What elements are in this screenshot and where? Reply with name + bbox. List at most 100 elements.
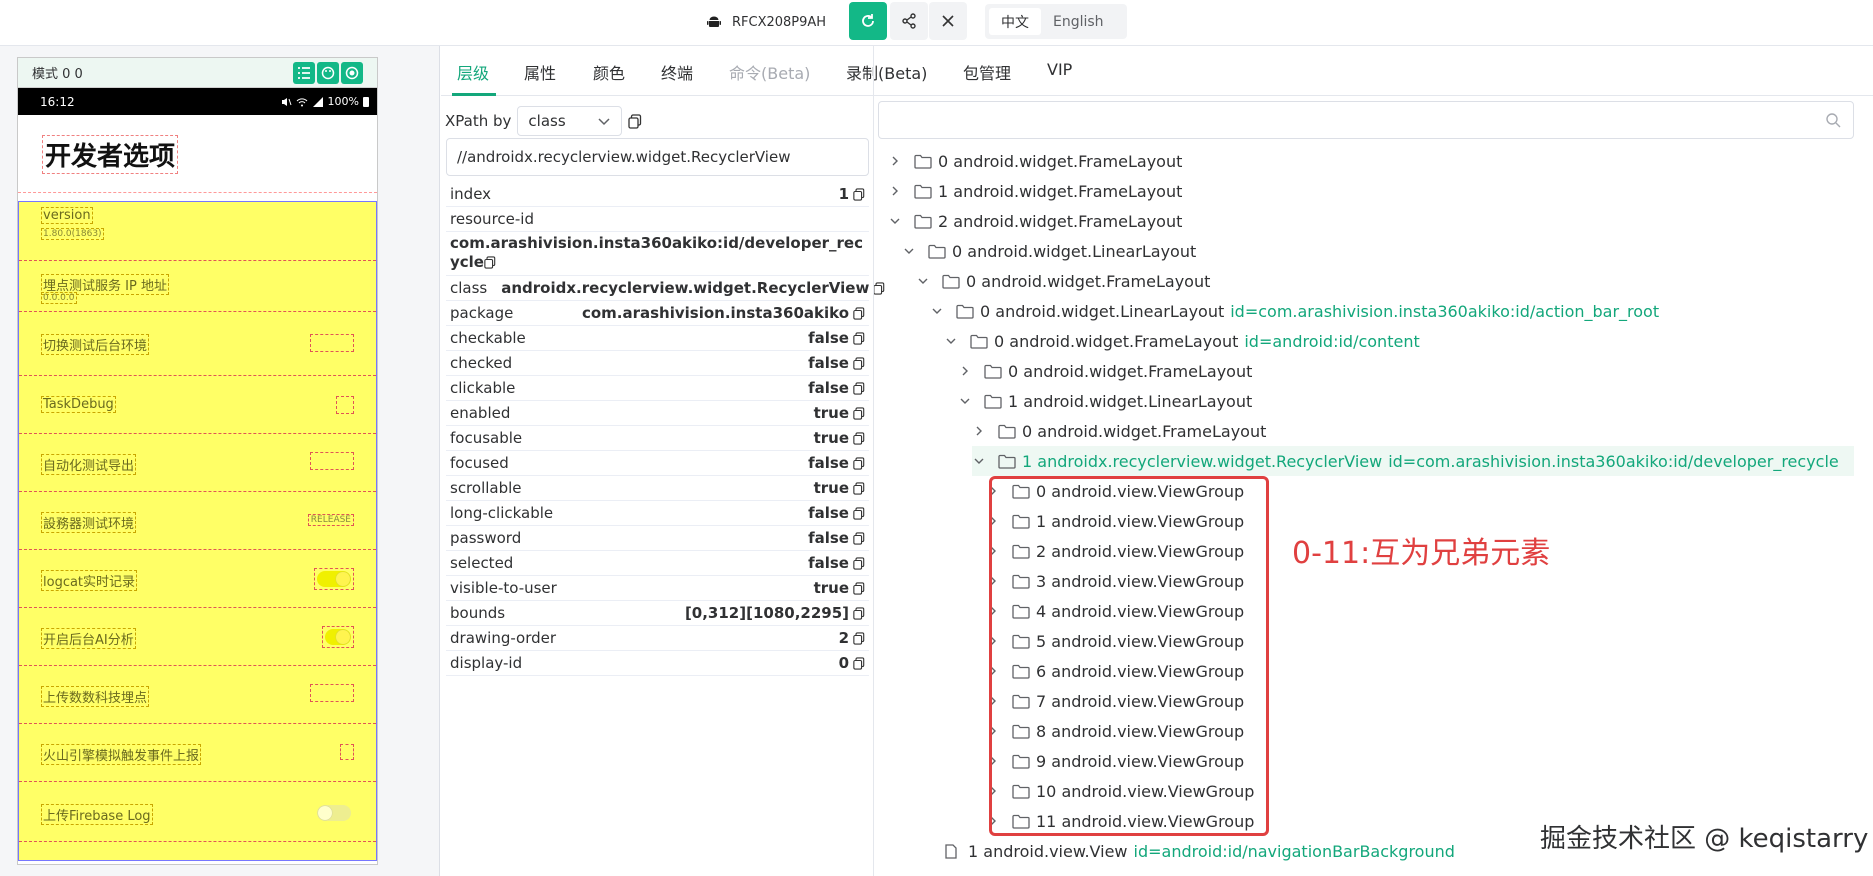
tree-node[interactable]: 0 android.widget.FrameLayout <box>972 416 1266 446</box>
expand-toggle[interactable] <box>888 184 902 198</box>
toggle-switch[interactable] <box>325 629 351 645</box>
copy-icon[interactable] <box>853 506 865 520</box>
copy-icon[interactable] <box>853 556 865 570</box>
tree-node-label: 0 android.widget.LinearLayout <box>952 241 1197 261</box>
list-item[interactable]: version 1.80.0(1863) <box>19 202 376 261</box>
property-row: focusable true <box>446 426 869 451</box>
expand-toggle[interactable] <box>972 424 986 438</box>
tree-node-label: 0 android.widget.LinearLayout <box>980 301 1225 321</box>
expand-toggle[interactable] <box>958 394 972 408</box>
tree-node[interactable]: 0 android.widget.FrameLayout id=android:i… <box>944 326 1420 356</box>
tree-node[interactable]: 1 android.view.View id=android:id/navigat… <box>944 836 1455 866</box>
copy-icon[interactable] <box>853 656 865 670</box>
refresh-icon <box>862 14 874 27</box>
folder-icon <box>956 304 974 319</box>
copy-icon[interactable] <box>628 113 642 129</box>
list-item[interactable]: 上传Firebase Log <box>19 782 376 842</box>
expand-toggle[interactable] <box>902 244 916 258</box>
xpath-input[interactable]: //androidx.recyclerview.widget.RecyclerV… <box>446 138 869 176</box>
tree-node[interactable]: 0 android.widget.LinearLayout id=com.aras… <box>930 296 1659 326</box>
copy-icon[interactable] <box>853 331 865 345</box>
list-item[interactable]: 自动化测试导出 <box>19 434 376 492</box>
list-item[interactable]: TaskDebug <box>19 376 376 434</box>
expand-toggle[interactable] <box>944 334 958 348</box>
list-item[interactable]: 埋点测试服务 IP 地址 0.0.0.0 <box>19 261 376 312</box>
property-key: scrollable <box>450 479 522 497</box>
tree-node[interactable]: 1 android.widget.FrameLayout <box>888 176 1182 206</box>
list-item[interactable]: 开启后台AI分析 <box>19 608 376 666</box>
copy-icon[interactable] <box>853 187 865 201</box>
tab-hierarchy[interactable]: 层级 <box>457 60 489 84</box>
toggle-switch[interactable] <box>317 805 351 821</box>
property-row: password false <box>446 526 869 551</box>
copy-icon[interactable] <box>484 256 496 269</box>
tab-terminal[interactable]: 终端 <box>661 60 693 84</box>
expand-toggle[interactable] <box>916 274 930 288</box>
tree-node[interactable]: 1 android.widget.LinearLayout <box>958 386 1252 416</box>
expand-toggle[interactable] <box>888 214 902 228</box>
list-item[interactable]: 切换测试后台环境 <box>19 312 376 376</box>
property-value-text: true <box>813 404 849 422</box>
record-button[interactable] <box>341 62 363 84</box>
copy-icon[interactable] <box>853 481 865 495</box>
chevron-down-icon <box>598 118 610 126</box>
property-row: enabled true <box>446 401 869 426</box>
tree-node[interactable]: 2 android.widget.FrameLayout <box>888 206 1182 236</box>
expand-toggle[interactable] <box>972 454 986 468</box>
tree-node-label: 1 android.view.View <box>968 841 1128 861</box>
signal-icon <box>312 96 323 107</box>
copy-icon[interactable] <box>853 531 865 545</box>
expand-toggle[interactable] <box>958 364 972 378</box>
tab-colors[interactable]: 颜色 <box>593 60 625 84</box>
copy-icon[interactable] <box>853 306 865 320</box>
copy-icon[interactable] <box>853 356 865 370</box>
xpath-strategy-select[interactable]: class <box>517 106 623 136</box>
list-item[interactable]: logcat实时记录 <box>19 550 376 608</box>
tree-node[interactable]: 0 android.widget.FrameLayout <box>888 146 1182 176</box>
list-item[interactable]: 火山引擎模拟触发事件上报 <box>19 724 376 782</box>
property-value-text: true <box>813 479 849 497</box>
expand-toggle[interactable] <box>888 154 902 168</box>
status-icons: 100% <box>280 95 369 108</box>
copy-icon[interactable] <box>853 406 865 420</box>
property-key: display-id <box>450 654 523 672</box>
property-row: focused false <box>446 451 869 476</box>
tree-node[interactable]: 0 android.widget.LinearLayout <box>902 236 1196 266</box>
close-button[interactable] <box>929 2 967 40</box>
chevron-right-icon <box>976 426 982 436</box>
list-item[interactable]: 設務器测试环境 RELEASE <box>19 492 376 550</box>
list-item-label: 設務器测试环境 <box>41 512 137 533</box>
list-item[interactable]: 上传数数科技埋点 <box>19 666 376 724</box>
expand-toggle[interactable] <box>930 304 944 318</box>
tree-search-input[interactable] <box>878 101 1854 139</box>
share-icon <box>902 13 916 29</box>
logcat-toggle[interactable] <box>314 568 354 590</box>
search-icon <box>1826 113 1841 128</box>
toggle-switch[interactable] <box>317 571 351 587</box>
copy-icon[interactable] <box>853 431 865 445</box>
tree-node[interactable]: 1 androidx.recyclerview.widget.RecyclerV… <box>972 446 1854 476</box>
copy-icon[interactable] <box>853 581 865 595</box>
lang-option-zh[interactable]: 中文 <box>989 8 1041 35</box>
tree-node[interactable]: 0 android.widget.FrameLayout <box>958 356 1252 386</box>
share-button[interactable] <box>890 2 928 40</box>
phone-screen[interactable]: 模式 0 0 16:12 100% 开发者选项 version 1.80.0(1… <box>17 57 378 865</box>
firebase-log-toggle[interactable] <box>314 802 354 824</box>
ai-analysis-toggle[interactable] <box>322 626 354 648</box>
tree-node[interactable]: 0 android.widget.FrameLayout <box>916 266 1210 296</box>
copy-icon[interactable] <box>853 606 865 620</box>
tab-command[interactable]: 命令(Beta) <box>729 60 810 84</box>
palette-button[interactable] <box>317 62 339 84</box>
developer-options-list[interactable]: version 1.80.0(1863) 埋点测试服务 IP 地址 0.0.0.… <box>18 201 377 861</box>
copy-icon[interactable] <box>853 631 865 645</box>
list-item-sub: 1.80.0(1863) <box>41 228 104 240</box>
lang-option-en[interactable]: English <box>1041 8 1116 35</box>
copy-icon[interactable] <box>853 456 865 470</box>
list-view-button[interactable] <box>293 62 315 84</box>
copy-icon[interactable] <box>853 381 865 395</box>
refresh-button[interactable] <box>849 2 887 40</box>
tab-attributes[interactable]: 属性 <box>524 60 556 84</box>
folder-icon-wrap <box>970 334 988 349</box>
property-row: selected false <box>446 551 869 576</box>
language-switch: 中文 English <box>985 4 1127 39</box>
